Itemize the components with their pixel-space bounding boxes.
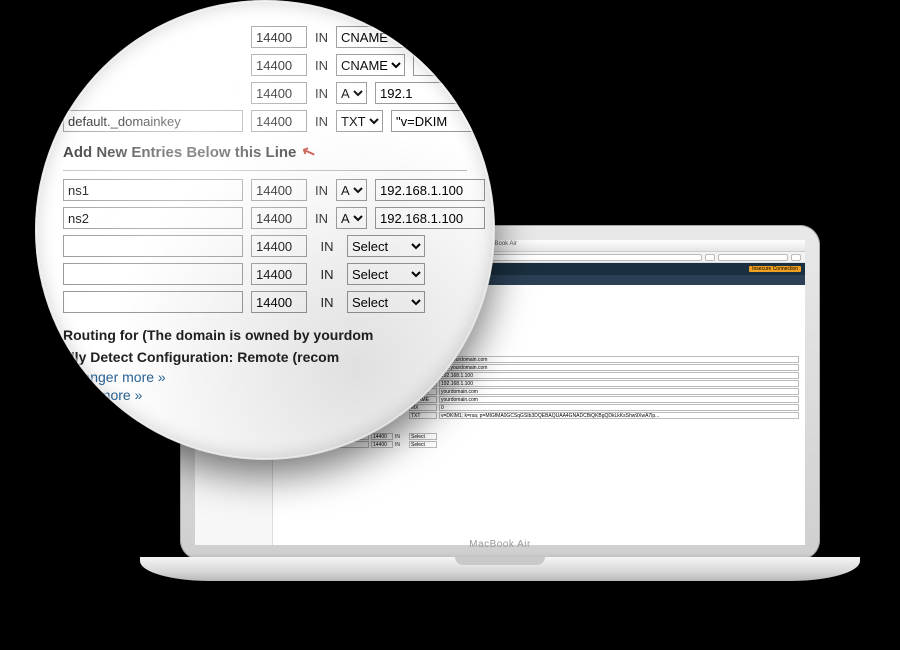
record-value-input[interactable]: [375, 179, 485, 201]
cursor-icon: ↖: [299, 140, 318, 163]
trackpad-notch: [455, 557, 545, 565]
record-ttl-input[interactable]: [251, 179, 307, 201]
add-entries-heading: Add New Entries Below this Line ↖: [63, 142, 467, 162]
record-class: IN: [315, 267, 339, 282]
divider: [63, 170, 467, 171]
more-link-2[interactable]: r more »: [63, 387, 467, 403]
record-value-input[interactable]: [413, 54, 495, 76]
record-name-input[interactable]: [63, 179, 243, 201]
record-class: IN: [315, 239, 339, 254]
record-ttl-input[interactable]: [251, 235, 307, 257]
record-type-select[interactable]: Select: [347, 291, 425, 313]
record-name-input[interactable]: [63, 110, 243, 132]
record-type-select[interactable]: TXT: [336, 110, 383, 132]
record-class: IN: [315, 211, 328, 226]
record-ttl-input[interactable]: [251, 263, 307, 285]
record-name-input[interactable]: [63, 235, 243, 257]
record-ttl-input[interactable]: [251, 207, 307, 229]
dns-row: IN A: [63, 207, 467, 229]
more-link-1[interactable]: anger more »: [63, 369, 467, 385]
search-field[interactable]: [718, 254, 788, 261]
record-name-input[interactable]: [63, 263, 243, 285]
dns-row: IN Select: [63, 291, 467, 313]
dns-row: IN A: [63, 179, 467, 201]
record-value-input[interactable]: [391, 110, 495, 132]
record-class: IN: [315, 114, 328, 129]
dns-row: IN TXT: [63, 110, 467, 132]
lens-content: IN CNAME IN CNAME IN A IN TXT Add New Entries B…: [35, 0, 495, 460]
record-type-select[interactable]: CNAME: [336, 54, 405, 76]
record-ttl-input[interactable]: [251, 291, 307, 313]
record-ttl-input[interactable]: [251, 54, 307, 76]
remote-link[interactable]: Remote: [237, 349, 288, 365]
record-class: IN: [315, 183, 328, 198]
routing-heading: Routing for (The domain is owned by your…: [63, 327, 467, 343]
dns-row: IN CNAME: [63, 26, 467, 48]
dns-row: IN Select: [63, 235, 467, 257]
record-class: IN: [315, 86, 328, 101]
record-value-input[interactable]: [375, 82, 485, 104]
record-type-select[interactable]: CNAME: [336, 26, 405, 48]
record-type-select[interactable]: A: [336, 179, 367, 201]
record-value-input[interactable]: [413, 26, 495, 48]
record-type-select[interactable]: Select: [347, 235, 425, 257]
record-class: IN: [315, 58, 328, 73]
dns-row: IN Select: [63, 263, 467, 285]
record-ttl-input[interactable]: [251, 82, 307, 104]
record-ttl-input[interactable]: [251, 26, 307, 48]
dns-row: IN A: [63, 82, 467, 104]
magnifier-lens: IN CNAME IN CNAME IN A IN TXT Add New Entries B…: [35, 0, 495, 460]
record-type-select[interactable]: A: [336, 207, 367, 229]
record-class: IN: [315, 30, 328, 45]
record-ttl-input[interactable]: [251, 110, 307, 132]
record-type-select[interactable]: Select: [347, 263, 425, 285]
record-value-input[interactable]: [375, 207, 485, 229]
menu-button[interactable]: [791, 254, 801, 261]
record-type-select[interactable]: A: [336, 82, 367, 104]
insecure-badge[interactable]: Insecure Connection: [749, 266, 801, 272]
reload-button[interactable]: [705, 254, 715, 261]
record-class: IN: [315, 295, 339, 310]
record-name-input[interactable]: [63, 207, 243, 229]
laptop-brand: MacBook Air: [469, 539, 531, 550]
dns-row: IN CNAME: [63, 54, 467, 76]
record-name-input[interactable]: [63, 291, 243, 313]
detect-line: ally Detect Configuration: Remote (recom: [63, 349, 467, 365]
